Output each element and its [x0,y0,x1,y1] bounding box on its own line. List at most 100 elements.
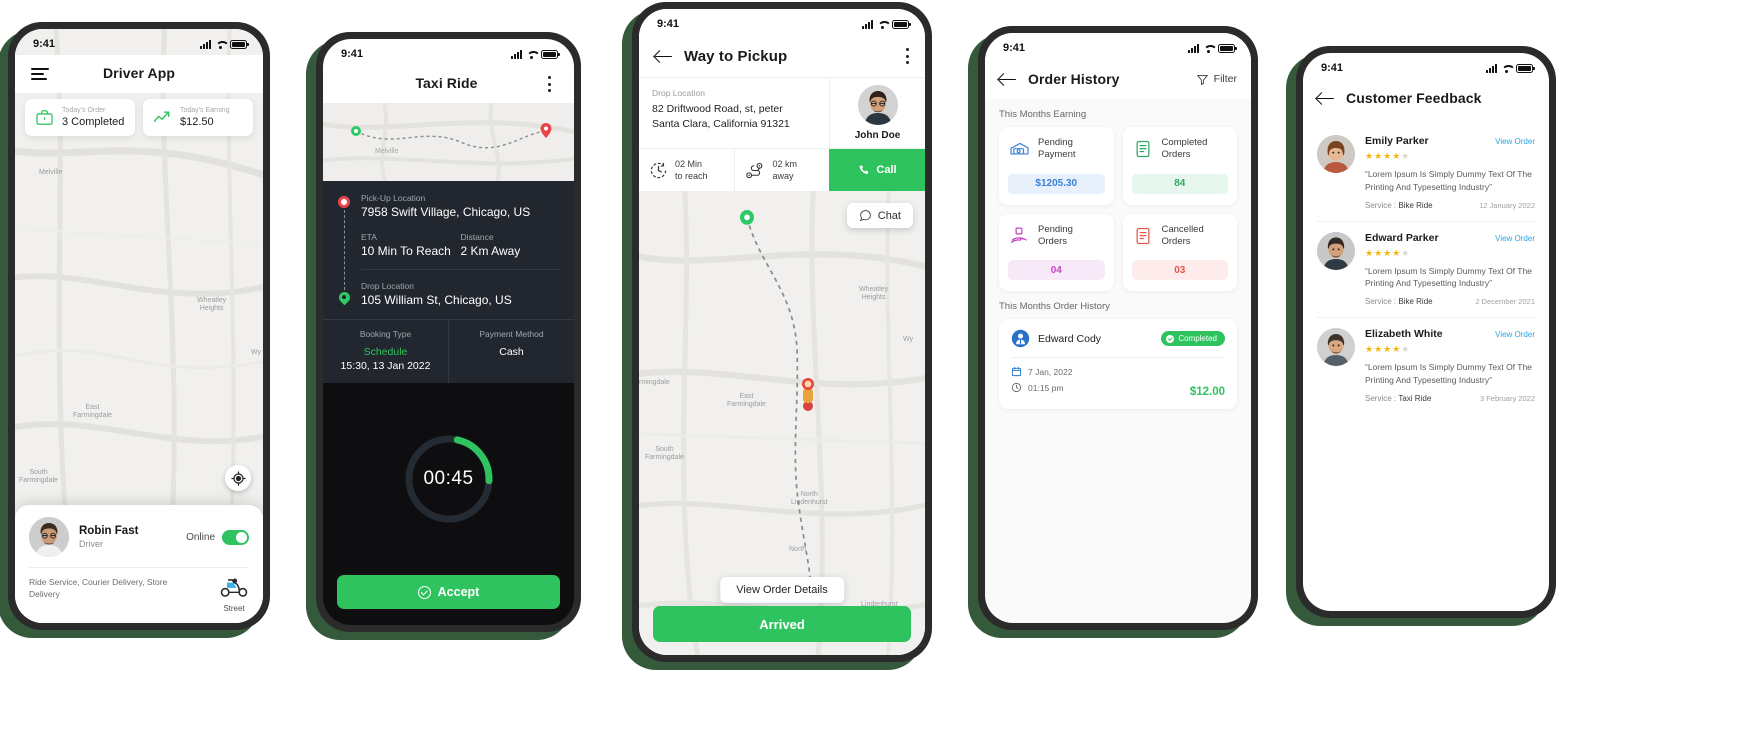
status-time: 9:41 [1321,62,1344,74]
wifi-icon [877,20,888,29]
crosshair-icon [230,470,246,486]
funnel-icon [1196,74,1208,85]
driver-info-card: Robin Fast Driver Online Ride Service, C… [15,505,263,623]
view-order-link[interactable]: View Order [1495,330,1535,339]
page-title: Customer Feedback [1346,90,1482,106]
avatar [1317,135,1355,173]
chat-button[interactable]: Chat [846,203,913,229]
reviewer-name: Emily Parker [1365,135,1429,147]
battery-icon [230,39,249,49]
list-item[interactable]: Edward Parker View Order ★★★★★ “Lorem Ip… [1317,222,1535,318]
view-order-details-button[interactable]: View Order Details [720,577,844,603]
screen-order-history: 9:41 Order History Filter This Months Ea… [985,33,1251,623]
status-icons [200,39,249,49]
view-order-link[interactable]: View Order [1495,137,1535,146]
avatar[interactable] [29,517,69,557]
drop-address: 82 Driftwood Road, st, peter Santa Clara… [652,102,816,132]
time-to-reach-cell: 02 Min to reach [639,149,734,191]
card-pending-orders[interactable]: Pending Orders 04 [999,213,1114,292]
phone-driver-app: Melville Wheatley Heights East Farmingdale… [8,22,270,630]
card-label: Completed Orders [1161,137,1208,161]
call-button[interactable]: Call [829,149,925,192]
call-label: Call [876,164,897,177]
driver-row: Robin Fast Driver Online [29,517,249,557]
status-icons [862,19,911,29]
card-label: Pending Orders [1038,223,1073,248]
reviewer-name: Elizabeth White [1365,328,1443,340]
order-history-row[interactable]: Edward Cody Completed 7 Jan, 2022 01:15 … [999,319,1237,410]
phone-order-history: 9:41 Order History Filter This Months Ea… [978,26,1258,630]
drop-label: Drop Location [652,88,705,98]
clock-icon [1011,383,1022,393]
driver-name: Robin Fast [79,525,139,537]
avatar-image [1317,328,1355,366]
service-label: Service : [1365,393,1397,403]
hamburger-icon [31,68,49,80]
online-toggle[interactable] [222,529,249,545]
distance-value: 02 km [772,159,798,169]
stat-card-earning[interactable]: Today's Earning $12.50 [143,99,253,137]
map-label: rmingdale [639,379,670,387]
card-pending-payment[interactable]: Pending Payment $1205.30 [999,127,1114,205]
customer-block[interactable]: John Doe [829,78,925,148]
status-icons [1486,63,1535,73]
check-circle-icon [417,585,431,599]
drop-label: Drop Location [361,281,414,291]
review-date: 3 February 2022 [1479,393,1535,403]
stat-card-orders[interactable]: Today's Order 3 Completed [25,99,135,137]
accept-button[interactable]: Accept [337,575,560,609]
divider [1011,357,1225,359]
chat-label: Chat [877,209,901,222]
route-rail [337,193,351,307]
battery-icon [892,19,911,29]
status-bar: 9:41 [323,39,574,65]
back-icon[interactable] [1317,92,1334,105]
arrived-label: Arrived [759,616,805,632]
locate-me-button[interactable] [225,465,251,491]
user-avatar-icon [1011,330,1030,348]
stat-label: Today's Order [62,107,106,114]
filter-label: Filter [1213,73,1237,85]
status-bar: 9:41 [15,29,263,55]
arrived-button[interactable]: Arrived [653,606,911,642]
list-item[interactable]: Emily Parker View Order ★★★★★ “Lorem Ips… [1317,125,1535,221]
stat-label: Today's Earning [180,107,230,114]
time-caption: to reach [675,171,708,182]
signal-icon [511,49,522,59]
status-text: Completed [1178,334,1217,344]
more-options-button[interactable] [538,73,560,95]
card-completed-orders[interactable]: Completed Orders 84 [1122,127,1237,205]
order-date-row: 7 Jan, 2022 [1011,366,1190,377]
booking-datetime: 15:30, 13 Jan 2022 [340,360,431,372]
booking-value: Schedule [363,346,408,358]
card-cancelled-orders[interactable]: Cancelled Orders 03 [1122,213,1237,292]
pickup-map[interactable]: Wheatley Heights Wy East Farmingdale South… [639,191,925,655]
briefcase-icon [33,107,55,129]
order-time-row: 01:15 pm [1011,382,1190,393]
signal-icon [1188,43,1199,53]
service-value: Bike Ride [1398,297,1433,306]
stat-value: $12.50 [180,116,214,129]
eta-value: 10 Min To Reach [361,244,451,258]
phone-taxi-ride: 9:41 Taxi Ride Melville Pick-Up Location… [316,32,581,632]
status-time: 9:41 [33,38,56,50]
route-icon [745,162,762,178]
map-label: Wy [903,336,914,344]
battery-icon [1218,43,1237,53]
eta-call-row: 02 Min to reach 02 km away Call [639,148,925,192]
list-item[interactable]: Elizabeth White View Order ★★★★★ “Lorem … [1317,318,1535,414]
status-icons [1188,43,1237,53]
header-driver-app: Driver App [15,55,263,93]
kebab-icon[interactable] [905,48,909,64]
card-label: Pending Payment [1038,137,1076,161]
route-map[interactable]: Melville [323,103,574,181]
view-order-link[interactable]: View Order [1495,234,1535,243]
avatar [857,85,898,125]
route-block: Pick-Up Location 7958 Swift Village, Chi… [337,193,560,307]
back-icon[interactable] [655,50,672,63]
map-label: East Farmingdale [727,393,766,409]
feedback-list: Emily Parker View Order ★★★★★ “Lorem Ips… [1303,117,1549,414]
signal-icon [1486,63,1497,73]
filter-button[interactable]: Filter [1196,73,1237,86]
back-icon[interactable] [999,73,1016,86]
